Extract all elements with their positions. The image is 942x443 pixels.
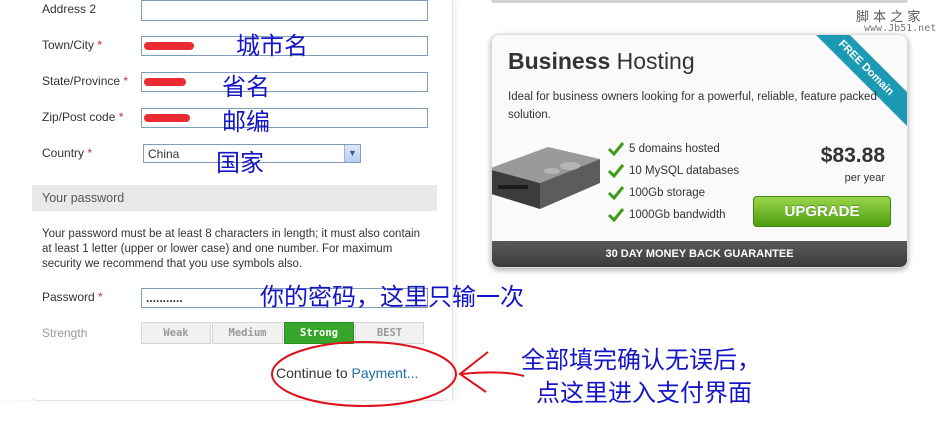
checkmark-icon — [607, 164, 625, 179]
checkmark-icon — [607, 142, 625, 157]
state-label: State/Province * — [42, 74, 129, 88]
annotation-city: 城市名 — [236, 32, 308, 60]
zip-input[interactable] — [141, 108, 428, 128]
annotation-continue-line2: 点这里进入支付界面 — [536, 379, 752, 407]
annotation-circle — [271, 341, 457, 407]
password-help-text: Your password must be at least 8 charact… — [42, 228, 420, 270]
feature-list: 5 domains hosted 10 MySQL databases 100G… — [607, 138, 739, 226]
zip-label: Zip/Post code * — [42, 110, 124, 124]
guarantee-bar: 30 DAY MONEY BACK GUARANTEE — [492, 241, 907, 267]
redacted-scribble — [144, 114, 190, 122]
business-hosting-card: Business Hosting FREE Domain Ideal for b… — [491, 34, 908, 268]
country-value: China — [148, 147, 180, 161]
feature-item: 1000Gb bandwidth — [607, 204, 739, 226]
annotation-password: 你的密码，这里只输一次 — [260, 283, 524, 311]
feature-item: 10 MySQL databases — [607, 160, 739, 182]
annotation-state: 省名 — [222, 73, 270, 101]
checkmark-icon — [607, 208, 625, 223]
annotation-country: 国家 — [216, 149, 264, 177]
price-period: per year — [844, 172, 885, 184]
password-section-title: Your password — [42, 191, 125, 205]
watermark-url: www.Jb51.net — [864, 23, 937, 34]
feature-item: 100Gb storage — [607, 182, 739, 204]
password-section-header: Your password — [32, 185, 437, 211]
strength-weak: Weak — [141, 322, 211, 344]
state-input[interactable] — [141, 72, 428, 92]
address2-label: Address 2 — [42, 2, 97, 16]
redacted-scribble — [144, 78, 186, 86]
annotation-circle-arrow — [271, 341, 525, 407]
city-label: Town/City * — [42, 38, 103, 52]
card-title: Business Hosting — [508, 48, 695, 74]
redacted-scribble — [144, 42, 194, 50]
feature-item: 5 domains hosted — [607, 138, 739, 160]
price: $83.88 — [820, 144, 885, 167]
upgrade-button[interactable]: UPGRADE — [753, 196, 891, 227]
annotation-zip: 邮编 — [222, 108, 270, 136]
server-icon — [492, 147, 600, 209]
card-description: Ideal for business owners looking for a … — [508, 91, 877, 121]
checkmark-icon — [607, 186, 625, 201]
annotation-continue-line1: 全部填完确认无误后， — [521, 346, 761, 374]
previous-card-edge — [491, 0, 908, 3]
annotation-arrow-line — [461, 371, 525, 377]
country-label: Country * — [42, 146, 93, 160]
address2-input[interactable] — [141, 0, 428, 21]
chevron-down-icon[interactable]: ▼ — [344, 145, 360, 162]
password-label: Password * — [42, 290, 103, 304]
strength-label: Strength — [42, 326, 88, 340]
